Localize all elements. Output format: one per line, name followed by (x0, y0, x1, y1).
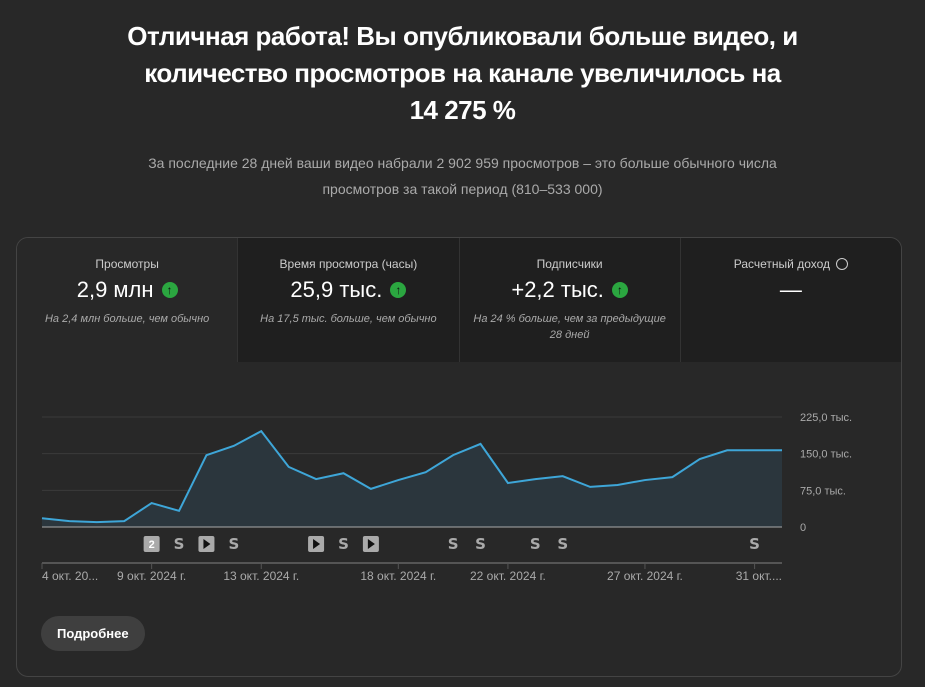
x-tick-label: 9 окт. 2024 г. (117, 569, 186, 583)
x-tick-label: 13 окт. 2024 г. (223, 569, 299, 583)
area-fill (42, 431, 782, 527)
y-tick-label: 0 (800, 522, 806, 534)
subtitle: За последние 28 дней ваши видео набрали … (0, 150, 925, 202)
y-tick-label: 75,0 тыс. (800, 485, 846, 497)
y-tick-label: 150,0 тыс. (800, 449, 852, 461)
headline: Отличная работа! Вы опубликовали больше … (0, 18, 925, 129)
count-label: 2 (149, 539, 155, 551)
shorts-icon: S (475, 535, 486, 553)
stats-card: Просмотры 2,9 млн ↑ На 2,4 млн больше, че… (16, 237, 902, 677)
y-tick-label: 225,0 тыс. (800, 412, 852, 424)
headline-line: Отличная работа! Вы опубликовали больше … (127, 21, 798, 51)
headline-line: 14 275 % (409, 95, 516, 125)
shorts-icon: S (557, 535, 568, 553)
x-tick-label: 22 окт. 2024 г. (470, 569, 546, 583)
x-tick-label: 31 окт.... (736, 569, 782, 583)
shorts-icon: S (749, 535, 760, 553)
shorts-icon: S (338, 535, 349, 553)
shorts-icon: S (174, 535, 185, 553)
shorts-icon: S (530, 535, 541, 553)
subtitle-line: просмотров за такой период (810–533 000) (322, 181, 603, 197)
views-chart: 075,0 тыс.150,0 тыс.225,0 тыс.2 S S S S S S S S4… (41, 412, 852, 583)
headline-line: количество просмотров на канале увеличил… (144, 58, 781, 88)
more-button[interactable]: Подробнее (41, 616, 145, 651)
x-tick-label: 18 окт. 2024 г. (360, 569, 436, 583)
shorts-icon: S (228, 535, 239, 553)
subtitle-line: За последние 28 дней ваши видео набрали … (148, 155, 777, 171)
x-tick-label: 4 окт. 20... (42, 569, 98, 583)
x-tick-label: 27 окт. 2024 г. (607, 569, 683, 583)
shorts-icon: S (448, 535, 459, 553)
